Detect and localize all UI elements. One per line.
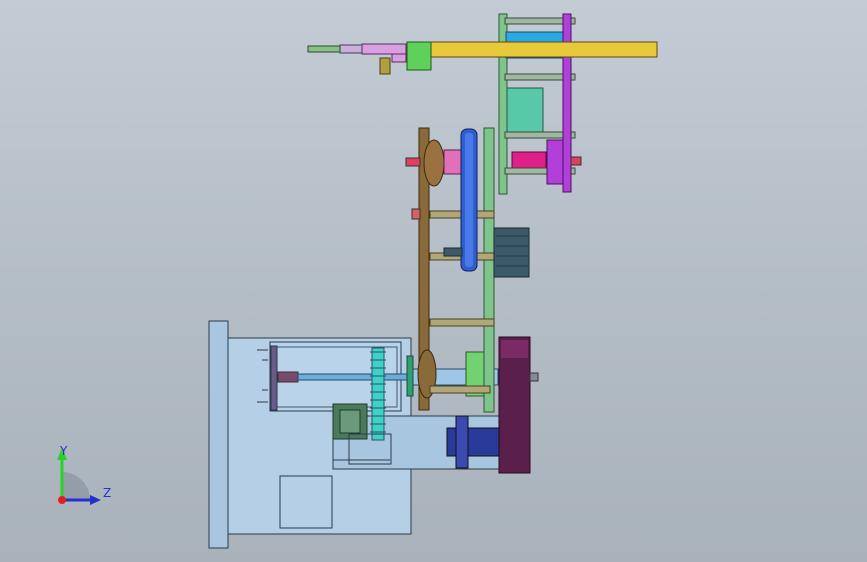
assembly-model[interactable] xyxy=(208,13,658,549)
orientation-triad: Y Z xyxy=(57,444,111,505)
gripper-rail[interactable] xyxy=(430,41,658,58)
triad-quadrant xyxy=(62,472,90,500)
spur-gear[interactable] xyxy=(370,347,386,441)
y-axis-label: Y xyxy=(59,444,68,458)
timing-belt[interactable] xyxy=(460,128,478,272)
cad-viewport[interactable]: Y Z xyxy=(0,0,867,562)
left-arm-plate[interactable] xyxy=(417,127,445,411)
gripper-head[interactable] xyxy=(307,41,432,75)
z-axis-arrowhead xyxy=(90,495,101,505)
right-arm-plate[interactable] xyxy=(483,127,495,413)
triad-origin xyxy=(58,496,66,504)
z-axis-label: Z xyxy=(103,486,111,500)
